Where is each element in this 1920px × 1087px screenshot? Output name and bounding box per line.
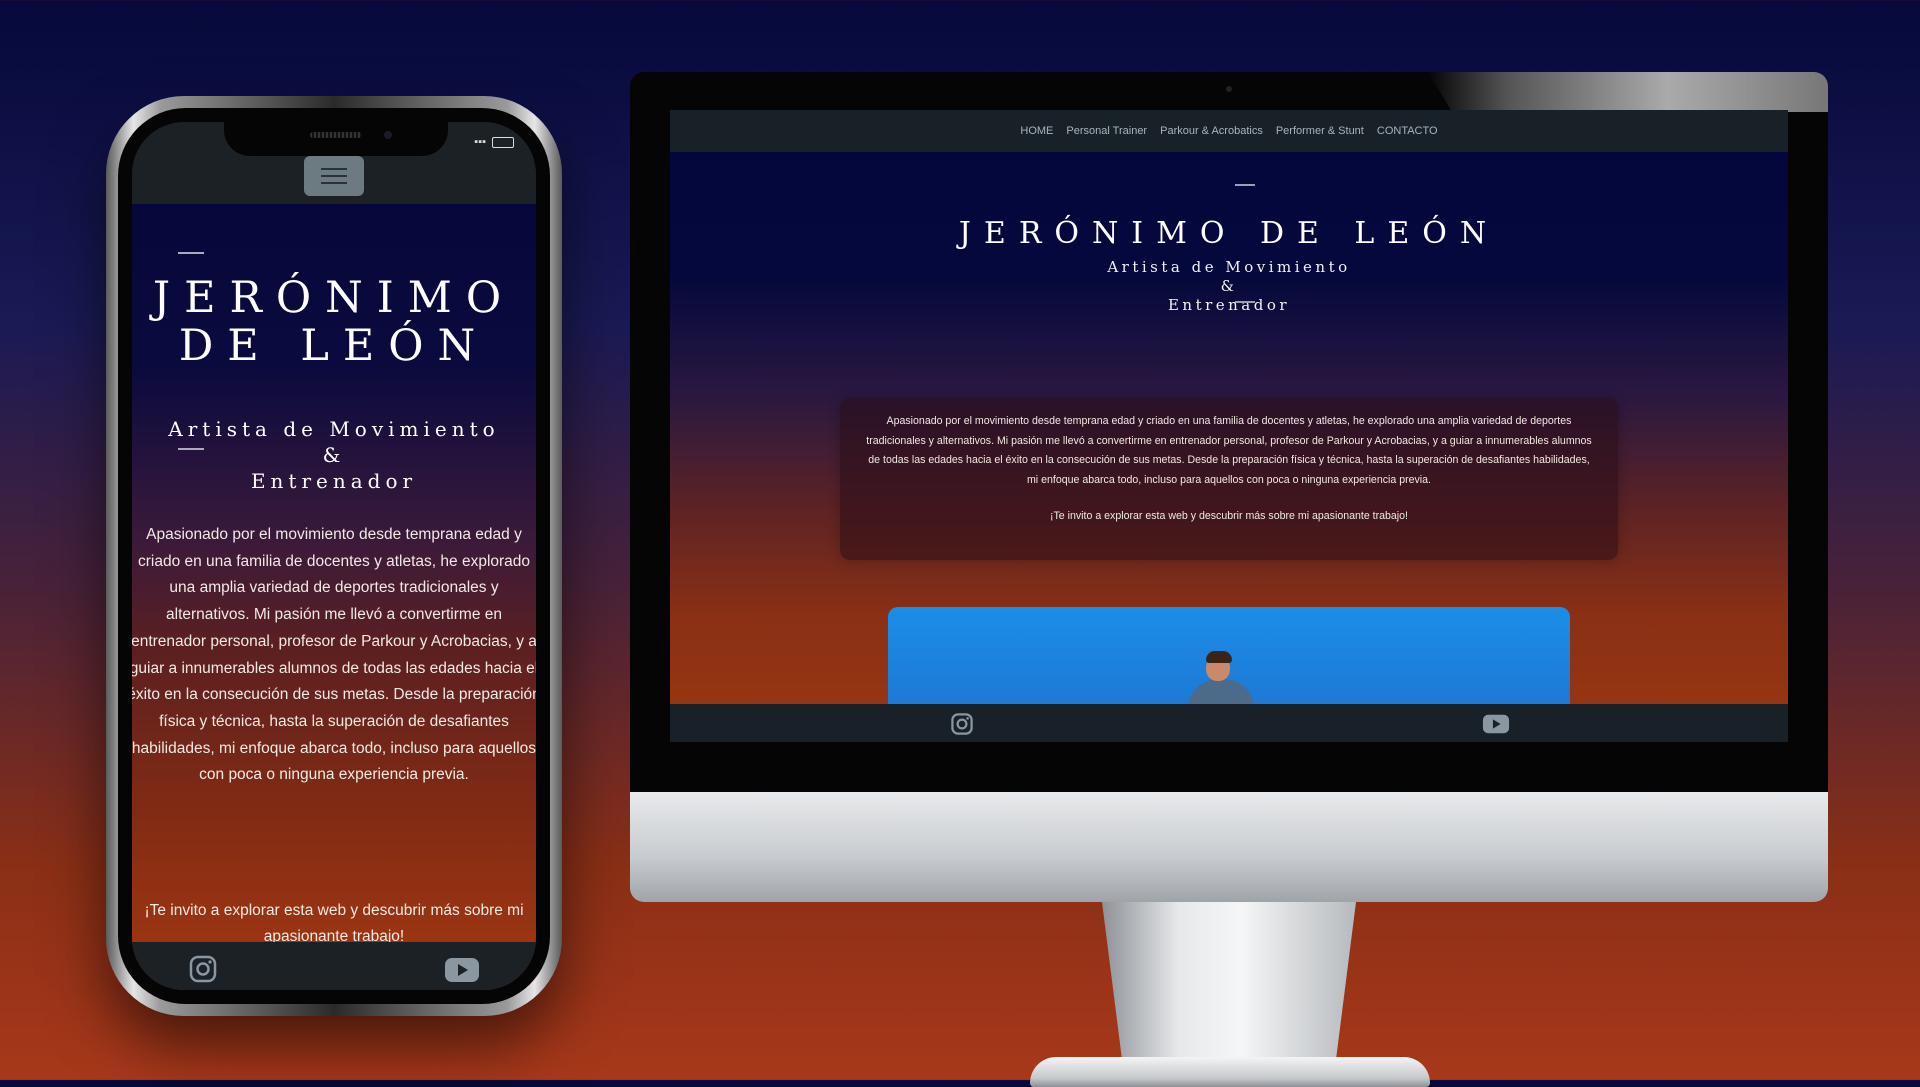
hamburger-menu-icon <box>321 168 347 170</box>
instagram-icon[interactable] <box>188 954 218 984</box>
monitor-bezel: HOME Personal Trainer Parkour & Acrobati… <box>630 72 1828 792</box>
youtube-icon[interactable] <box>444 957 480 983</box>
phone-mockup: ▪▪▪ JERÓNIMO DE LEÓN Artista de Movimien… <box>106 96 562 1016</box>
monitor-stand-neck <box>1102 902 1356 1062</box>
monitor-chin <box>630 792 1828 902</box>
nav-personal-trainer[interactable]: Personal Trainer <box>1066 125 1147 137</box>
signal-icon: ▪▪▪ <box>474 136 486 148</box>
title-divider-top <box>178 252 204 254</box>
desktop-footer <box>670 704 1788 742</box>
bio-text: Apasionado por el movimiento desde tempr… <box>132 526 536 784</box>
phone-notch <box>224 122 448 156</box>
site-subtitle: Artista de Movimiento & Entrenador <box>1107 258 1351 314</box>
status-bar: ▪▪▪ <box>474 136 514 148</box>
phone-screen: ▪▪▪ JERÓNIMO DE LEÓN Artista de Movimien… <box>132 122 536 990</box>
subtitle-line-1: Artista de Movimiento <box>168 417 500 441</box>
nav-contacto[interactable]: CONTACTO <box>1377 125 1438 137</box>
title-line-2: DE LEÓN <box>178 321 490 371</box>
battery-icon <box>492 136 514 148</box>
mobile-footer <box>132 942 536 990</box>
site-title: JERÓNIMO DE LEÓN <box>958 216 1500 251</box>
subtitle-line-2: Entrenador <box>250 469 418 493</box>
title-line-1: JERÓNIMO <box>152 273 516 323</box>
nav-home[interactable]: HOME <box>1020 125 1053 137</box>
desktop-screen: HOME Personal Trainer Parkour & Acrobati… <box>670 110 1788 742</box>
bio-text: Apasionado por el movimiento desde tempr… <box>866 415 1592 486</box>
youtube-icon[interactable] <box>1482 714 1510 734</box>
invite-text: ¡Te invito a explorar esta web y descubr… <box>1049 510 1408 522</box>
title-divider-top <box>1235 184 1255 186</box>
desktop-monitor-mockup: HOME Personal Trainer Parkour & Acrobati… <box>630 72 1828 1087</box>
monitor-camera <box>1226 86 1232 92</box>
hamburger-menu-button[interactable] <box>304 156 364 196</box>
site-subtitle: Artista de Movimiento & Entrenador <box>132 416 536 494</box>
bio-card: Apasionado por el movimiento desde tempr… <box>840 398 1618 560</box>
monitor-stand-base <box>1030 1057 1430 1087</box>
title-divider-bottom <box>1235 301 1255 303</box>
nav-performer-stunt[interactable]: Performer & Stunt <box>1276 125 1364 137</box>
instagram-icon[interactable] <box>950 712 974 736</box>
desktop-nav: HOME Personal Trainer Parkour & Acrobati… <box>670 110 1788 152</box>
speaker-grille <box>310 132 362 138</box>
site-title: JERÓNIMO DE LEÓN <box>132 274 536 370</box>
bezel-glare <box>1428 72 1828 112</box>
subtitle-ampersand: & <box>322 443 346 467</box>
front-camera <box>384 131 392 139</box>
nav-parkour-acrobatics[interactable]: Parkour & Acrobatics <box>1160 125 1263 137</box>
title-divider-bottom <box>178 448 204 450</box>
